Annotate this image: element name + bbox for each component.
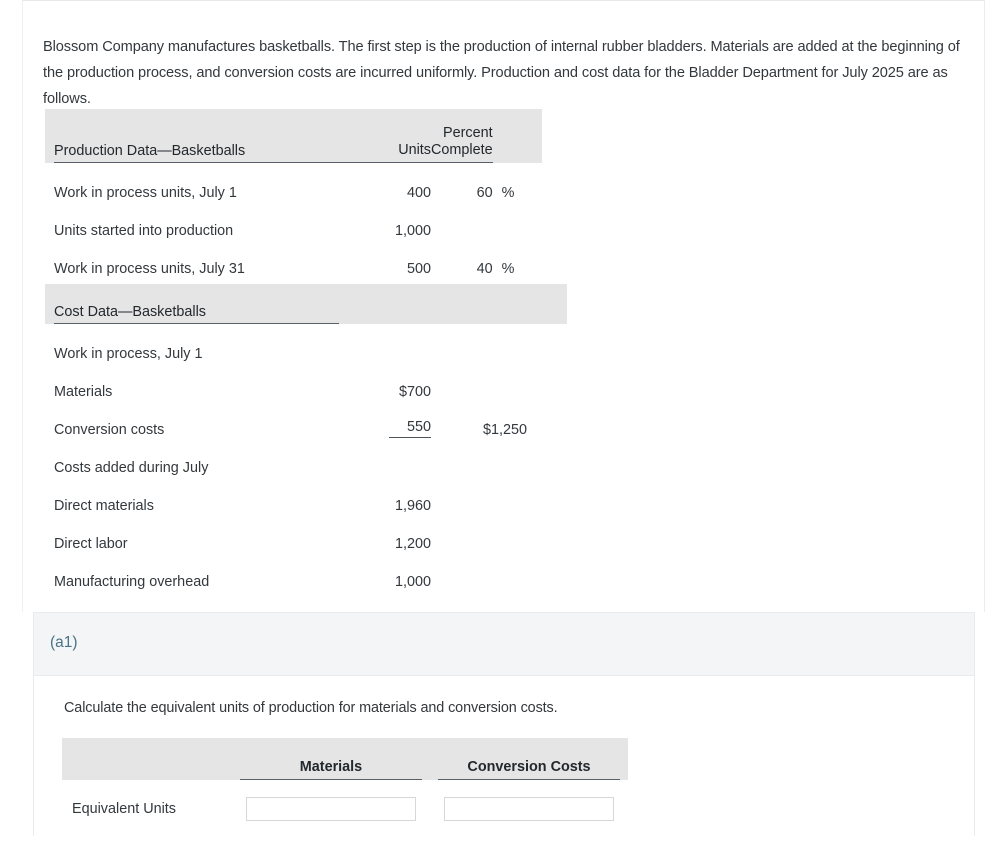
row-spacer xyxy=(527,514,567,552)
production-table-symbol-header xyxy=(493,109,542,163)
row-label: Materials xyxy=(54,384,113,400)
row-total xyxy=(431,476,527,514)
row-percent xyxy=(431,201,493,239)
row-label: Units started into production xyxy=(54,223,234,239)
row-amount xyxy=(339,438,431,476)
page-root: Blossom Company manufactures basketballs… xyxy=(0,0,1004,846)
table-row: Work in process units, July 1 400 60 % xyxy=(45,163,542,201)
answer-table-header-row: Materials Conversion Costs xyxy=(62,738,628,780)
row-units: 1,000 xyxy=(394,223,431,239)
row-spacer xyxy=(527,362,567,400)
row-spacer xyxy=(527,438,567,476)
cost-table-header-spacer-2 xyxy=(431,284,527,324)
row-spacer xyxy=(527,400,567,438)
answer-row-label: Equivalent Units xyxy=(72,801,176,817)
problem-intro-paragraph: Blossom Company manufactures basketballs… xyxy=(43,38,960,107)
row-total xyxy=(431,438,527,476)
row-label: Direct materials xyxy=(54,498,154,514)
table-row: Work in process units, July 31 500 40 % xyxy=(45,239,542,277)
part-label: (a1) xyxy=(50,634,78,651)
row-label: Conversion costs xyxy=(54,422,165,438)
row-label: Manufacturing overhead xyxy=(54,574,210,590)
production-data-table: Production Data—Basketballs Units Percen… xyxy=(45,109,542,277)
row-percent-symbol xyxy=(493,201,542,239)
table-row: Costs added during July xyxy=(45,438,567,476)
question-card-a1: (a1) Calculate the equivalent units of p… xyxy=(33,612,975,836)
row-label: Work in process units, July 31 xyxy=(54,261,245,277)
row-total: $1,250 xyxy=(482,422,527,438)
row-amount: $700 xyxy=(398,384,431,400)
cost-table-header-spacer-1 xyxy=(339,284,431,324)
row-label: Costs added during July xyxy=(54,460,209,476)
row-total xyxy=(431,362,527,400)
table-row: Work in process, July 1 xyxy=(45,324,567,362)
production-table-percent-header: Percent Complete xyxy=(431,109,493,163)
equivalent-units-conversion-input[interactable] xyxy=(444,797,614,821)
answer-table-conversion-header: Conversion Costs xyxy=(430,738,628,780)
row-spacer xyxy=(527,552,567,590)
row-total xyxy=(431,552,527,590)
row-spacer xyxy=(527,476,567,514)
row-units: 500 xyxy=(406,261,431,277)
cost-table-header-spacer-3 xyxy=(527,284,567,324)
answer-table-materials-header: Materials xyxy=(232,738,430,780)
row-percent-symbol: % xyxy=(501,185,515,201)
row-units: 400 xyxy=(406,185,431,201)
row-percent: 60 xyxy=(476,185,493,201)
table-row: Manufacturing overhead 1,000 xyxy=(45,552,567,590)
table-row: Direct labor 1,200 xyxy=(45,514,567,552)
row-amount xyxy=(339,324,431,362)
row-amount: 1,960 xyxy=(394,498,431,514)
production-table-title: Production Data—Basketballs xyxy=(45,109,339,163)
row-spacer xyxy=(527,324,567,362)
row-label: Work in process, July 1 xyxy=(54,346,203,362)
production-table-header-row: Production Data—Basketballs Units Percen… xyxy=(45,109,542,163)
question-card-header: (a1) xyxy=(34,613,974,676)
row-amount: 1,000 xyxy=(394,574,431,590)
table-row: Conversion costs 550 $1,250 xyxy=(45,400,567,438)
content-sheet: Blossom Company manufactures basketballs… xyxy=(22,0,985,612)
question-card-body: Calculate the equivalent units of produc… xyxy=(34,676,974,836)
answer-table-corner-cell xyxy=(62,738,232,780)
equivalent-units-materials-input[interactable] xyxy=(246,797,416,821)
row-percent: 40 xyxy=(476,261,493,277)
cost-table-header-row: Cost Data—Basketballs xyxy=(45,284,567,324)
row-percent-symbol: % xyxy=(501,261,515,277)
answer-conversion-cell xyxy=(430,780,628,838)
production-table-units-header: Units xyxy=(339,109,431,163)
row-amount: 550 xyxy=(339,400,431,438)
answer-table-row: Equivalent Units xyxy=(62,780,628,838)
row-label: Work in process units, July 1 xyxy=(54,185,237,201)
equivalent-units-answer-table: Materials Conversion Costs Equivalent Un… xyxy=(62,738,628,838)
question-prompt: Calculate the equivalent units of produc… xyxy=(64,700,558,716)
table-row: Materials $700 xyxy=(45,362,567,400)
row-amount-underlined: 550 xyxy=(389,419,431,438)
row-total xyxy=(431,324,527,362)
cost-table-title: Cost Data—Basketballs xyxy=(45,284,339,324)
table-row: Units started into production 1,000 xyxy=(45,201,542,239)
cost-data-table: Cost Data—Basketballs Work in process, J… xyxy=(45,284,567,590)
table-row: Direct materials 1,960 xyxy=(45,476,567,514)
row-label: Direct labor xyxy=(54,536,128,552)
row-total xyxy=(431,514,527,552)
row-amount: 1,200 xyxy=(394,536,431,552)
answer-materials-cell xyxy=(232,780,430,838)
